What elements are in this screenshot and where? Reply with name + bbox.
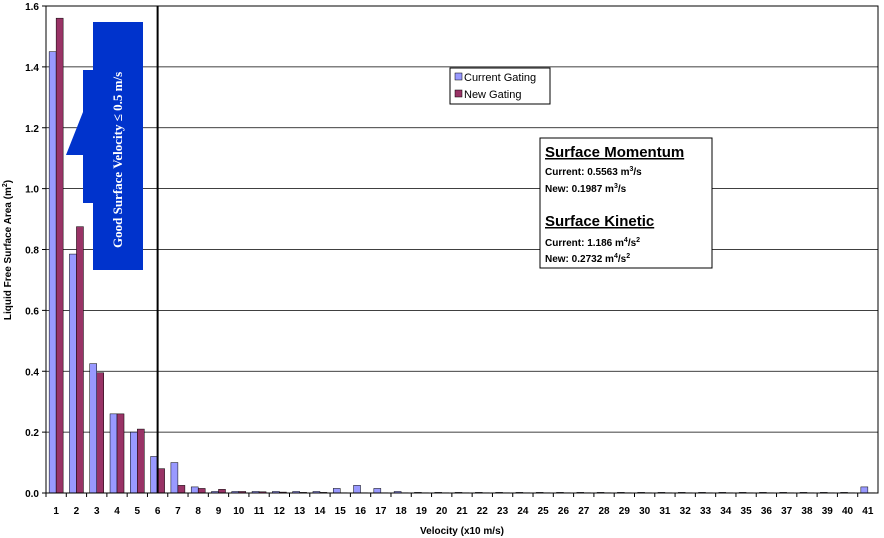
x-tick-label: 32 [680,506,692,517]
x-tick-label: 34 [720,506,732,517]
legend-label-current: Current Gating [464,72,536,84]
x-tick-label: 28 [598,506,610,517]
x-tick-label: 10 [233,506,245,517]
x-tick-label: 37 [781,506,793,517]
bar-new-9 [218,489,226,494]
x-tick-label: 21 [456,506,468,517]
bar-current-15 [332,488,341,494]
y-tick-labels: 0.0 0.2 0.4 0.6 0.8 1.0 1.2 1.4 1.6 [25,2,46,500]
bar-current-5 [130,431,138,494]
y-tick-label: 0.8 [25,246,39,257]
x-tick-label: 29 [619,506,631,517]
bar-current-1 [48,51,57,494]
x-tick-label: 9 [216,506,222,517]
bar-new-8 [197,488,206,494]
momentum-title: Surface Momentum [545,144,684,161]
y-tick-label: 1.4 [25,63,39,74]
x-tick-label: 39 [822,506,834,517]
gridlines [46,66,878,433]
x-tick-label: 17 [375,506,387,517]
y-tick-label: 0.0 [25,489,39,500]
y-tick-label: 0.6 [25,306,39,317]
x-tick-label: 27 [578,506,590,517]
kinetic-new: New: 0.2732 m4/s2 [545,253,630,265]
x-tick-label: 38 [801,506,813,517]
bar-current-16 [353,485,361,494]
bar-current-8 [190,486,199,494]
bar-current-17 [373,488,382,494]
legend-label-new: New Gating [464,89,521,101]
x-tick-label: 41 [862,506,874,517]
x-tick-label: 8 [195,506,201,517]
x-tick-label: 25 [538,506,550,517]
x-tick-label: 26 [558,506,570,517]
bar-new-5 [137,428,145,494]
y-tick-label: 0.4 [25,367,39,378]
x-tick-label: 19 [416,506,428,517]
x-axis-title: Velocity (x10 m/s) [420,526,504,537]
x-tick-label: 13 [294,506,306,517]
x-tick-label: 40 [842,506,854,517]
bar-new-3 [96,372,104,494]
x-tick-label: 35 [741,506,753,517]
y-tick-label: 0.2 [25,428,39,439]
bar-new-7 [177,485,186,494]
x-tick-label: 4 [114,506,120,517]
bar-current-4 [109,413,118,494]
bar-current-6 [150,456,158,494]
legend-swatch-new [454,89,463,98]
x-tick-label: 22 [477,506,489,517]
x-tick-labels: 1 2 3 4 5 6 7 8 9 10 11 12 13 14 15 16 17 18 19 20 21 22 23 24 2… [45,493,874,517]
x-tick-label: 24 [517,506,529,517]
x-tick-label: 11 [254,506,265,517]
x-tick-label: 16 [355,506,367,517]
y-tick-label: 1.0 [25,185,39,196]
x-tick-label: 6 [155,506,161,517]
bar-current-2 [69,253,77,494]
bar-new-6 [157,468,165,494]
y-axis-title: Liquid Free Surface Area (m2) [2,180,14,320]
x-tick-label: 20 [436,506,448,517]
legend-swatch-current [454,72,463,81]
y-tick-label: 1.2 [25,124,39,135]
x-tick-label: 31 [659,506,671,517]
bar-current-41 [860,486,869,494]
x-tick-label: 2 [74,506,80,517]
x-tick-label: 23 [497,506,509,517]
x-tick-label: 3 [94,506,100,517]
legend: Current Gating New Gating [449,67,551,105]
momentum-current: Current: 0.5563 m3/s [545,166,642,178]
results-box: Surface Momentum Current: 0.5563 m3/s Ne… [539,137,713,269]
bar-current-7 [170,462,179,494]
x-tick-label: 12 [274,506,286,517]
y-tick-label: 1.6 [25,2,39,13]
bar-current-3 [89,363,97,494]
x-tick-label: 1 [53,506,59,517]
bar-new-1 [55,17,64,494]
bar-chart: 0.00.20.40.60.81.01.21.41.6 1 2 3 4 5 6 7 8 9 10 1… [2,2,879,537]
x-tick-label: 18 [396,506,408,517]
kinetic-title: Surface Kinetic [545,213,654,230]
bar-new-4 [116,413,125,494]
x-tick-label: 7 [175,506,181,517]
x-tick-label: 36 [761,506,773,517]
bar-new-2 [76,226,84,494]
x-tick-label: 15 [335,506,347,517]
x-tick-label: 5 [135,506,141,517]
x-tick-label: 14 [314,506,326,517]
arrow-label: Good Surface Velocity ≤ 0.5 m/s [110,72,125,248]
x-tick-label: 33 [700,506,712,517]
x-tick-label: 30 [639,506,651,517]
